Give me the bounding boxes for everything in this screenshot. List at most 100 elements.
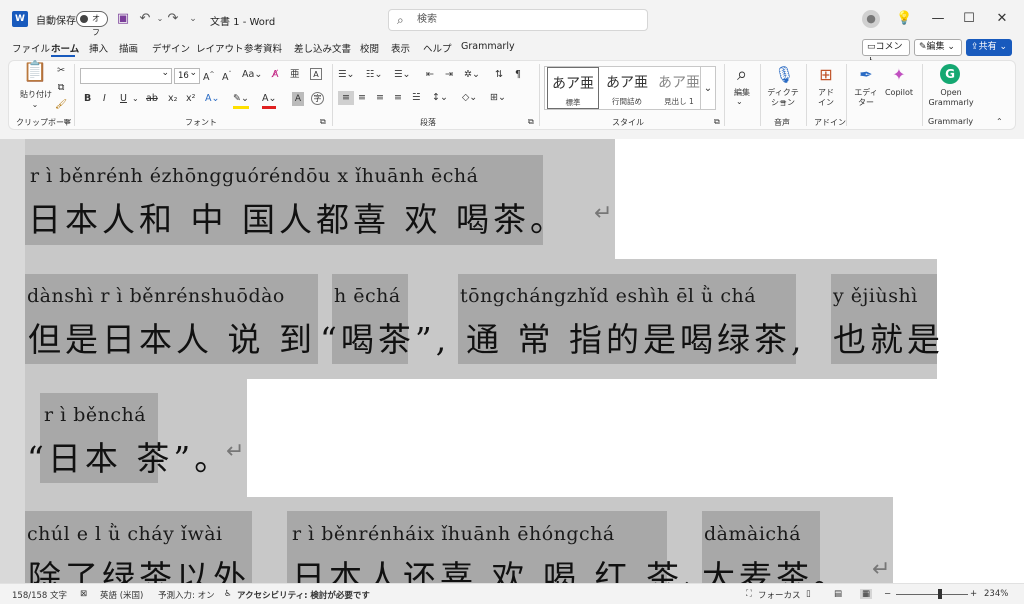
addins-icon[interactable]: ⊞	[816, 64, 836, 86]
pinyin-line[interactable]: tōngchángzhǐd eshìh ēl ǜ chá	[460, 285, 756, 307]
format-painter-icon[interactable]: 🖌	[54, 98, 68, 112]
character-border-icon[interactable]: A	[310, 68, 322, 80]
pinyin-line[interactable]: r ì běnrénh ézhōngguóréndōu x ǐhuānh ēch…	[30, 165, 478, 187]
find-icon[interactable]: ⌕	[730, 64, 754, 86]
align-center-icon[interactable]: ≡	[358, 91, 366, 105]
borders-icon[interactable]: ⊞⌄	[490, 91, 506, 105]
paragraph-dialog-launcher-icon[interactable]: ⧉	[528, 117, 534, 127]
redo-icon[interactable]: ↷	[165, 11, 181, 27]
account-avatar[interactable]: ●	[862, 10, 880, 28]
maximize-button[interactable]: ☐	[955, 8, 983, 30]
customize-qat-icon[interactable]: ⌄	[185, 11, 201, 27]
show-marks-icon[interactable]: ¶	[515, 68, 521, 82]
subscript-icon[interactable]: x₂	[168, 92, 177, 106]
dictate-label-2[interactable]: ション	[764, 98, 802, 108]
underline-dropdown-icon[interactable]: ⌄	[132, 94, 139, 104]
style-heading-1[interactable]: あア亜 見出し 1	[653, 67, 705, 109]
enclose-characters-icon[interactable]: 字	[311, 92, 324, 105]
language-indicator[interactable]: 英語 (米国)	[100, 589, 143, 601]
search-input[interactable]: ⌕ 検索	[388, 9, 648, 31]
paste-icon[interactable]: 📋	[22, 61, 48, 86]
tab-file[interactable]: ファイル	[12, 41, 50, 55]
tab-references[interactable]: 参考資料	[244, 41, 282, 55]
dialog-launcher-icon[interactable]: ⧉	[64, 117, 70, 127]
undo-icon[interactable]: ↶	[137, 11, 153, 27]
sort-icon[interactable]: ⇅	[495, 68, 503, 82]
pinyin-line[interactable]: dàmàichá	[704, 523, 801, 545]
shading-icon[interactable]: ◇⌄	[462, 91, 477, 105]
addins-label[interactable]: アド	[812, 88, 840, 98]
grammarly-open-label-2[interactable]: Grammarly	[926, 98, 976, 108]
grammarly-open-label[interactable]: Open	[926, 88, 976, 98]
hanzi-line[interactable]: 日本人还喜 欢 喝 红 茶、	[292, 551, 720, 583]
editing-mode-button[interactable]: ✎編集 ⌄	[914, 39, 962, 56]
microphone-icon[interactable]: 🎙	[774, 64, 794, 86]
hanzi-line[interactable]: 日本人和 中 国人都喜 欢 喝茶。	[28, 193, 567, 241]
zoom-out-button[interactable]: −	[884, 589, 891, 599]
superscript-icon[interactable]: x²	[186, 92, 195, 106]
share-button[interactable]: ⇪共有 ⌄	[966, 39, 1012, 56]
tab-layout[interactable]: レイアウト	[196, 41, 244, 55]
styles-dialog-launcher-icon[interactable]: ⧉	[714, 117, 720, 127]
underline-icon[interactable]: U	[120, 92, 127, 106]
asian-layout-icon[interactable]: ✲⌄	[464, 68, 480, 82]
align-left-icon[interactable]: ≡	[338, 91, 354, 105]
font-dialog-launcher-icon[interactable]: ⧉	[320, 117, 326, 127]
multilevel-list-icon[interactable]: ☰⌄	[394, 68, 410, 82]
line-spacing-icon[interactable]: ↕⌄	[432, 91, 448, 105]
hanzi-line[interactable]: “喝茶”,	[320, 313, 450, 361]
copilot-icon[interactable]: ✦	[889, 64, 909, 86]
font-name-combo[interactable]	[80, 66, 172, 84]
tab-design[interactable]: デザイン	[152, 41, 190, 55]
minimize-button[interactable]: —	[924, 8, 952, 30]
focus-icon[interactable]: ⛶	[746, 589, 752, 599]
focus-mode-button[interactable]: フォーカス	[758, 589, 801, 601]
word-count[interactable]: 158/158 文字	[12, 589, 67, 601]
clear-formatting-icon[interactable]: A̸	[272, 68, 279, 82]
numbering-icon[interactable]: ☷⌄	[366, 68, 382, 82]
accessibility-status[interactable]: アクセシビリティ: 検討が必要です	[237, 589, 370, 601]
hanzi-line[interactable]: 除了绿茶以外,	[28, 551, 265, 583]
close-button[interactable]: ✕	[988, 8, 1016, 30]
save-icon[interactable]: ▣	[115, 11, 131, 27]
web-layout-icon[interactable]: ▦	[860, 589, 873, 599]
pinyin-line[interactable]: r ì běnrénháix ǐhuānh ēhóngchá	[292, 523, 615, 545]
style-normal[interactable]: あア亜 標準	[547, 67, 599, 109]
tab-review[interactable]: 校閲	[360, 41, 379, 55]
tab-help[interactable]: ヘルプ	[423, 41, 452, 55]
change-case-button[interactable]: Aa⌄	[242, 68, 262, 82]
distributed-icon[interactable]: ☱	[412, 91, 421, 105]
chevron-down-icon[interactable]: ⌄	[736, 97, 743, 107]
pinyin-line[interactable]: h ēchá	[334, 285, 401, 307]
phonetic-guide-icon[interactable]: 亜	[290, 68, 300, 82]
character-shading-icon[interactable]: A	[292, 92, 304, 106]
tab-grammarly[interactable]: Grammarly	[461, 41, 515, 52]
italic-icon[interactable]: I	[103, 92, 106, 106]
font-size-combo[interactable]: 16	[174, 66, 200, 84]
text-prediction-status[interactable]: 予測入力: オン	[158, 589, 215, 601]
pinyin-line[interactable]: dànshì r ì běnrénshuōdào	[27, 285, 285, 307]
accessibility-icon[interactable]: ♿	[224, 589, 232, 599]
tab-draw[interactable]: 描画	[119, 41, 138, 55]
tab-view[interactable]: 表示	[391, 41, 410, 55]
addins-label-2[interactable]: イン	[812, 98, 840, 108]
print-layout-icon[interactable]: ▤	[834, 589, 842, 599]
zoom-slider[interactable]	[896, 594, 968, 595]
shrink-font-icon[interactable]: Aˇ	[222, 68, 232, 85]
bold-icon[interactable]: B	[84, 92, 91, 106]
paste-button[interactable]: 貼り付け	[16, 90, 56, 100]
text-effects-icon[interactable]: A⌄	[205, 92, 219, 106]
editor-icon[interactable]: ✒	[856, 64, 876, 86]
copy-icon[interactable]: ⧉	[54, 81, 68, 95]
copilot-button[interactable]: Copilot	[882, 88, 916, 98]
hanzi-line[interactable]: 也就是	[833, 313, 944, 361]
pinyin-line[interactable]: r ì běnchá	[44, 404, 146, 426]
grammarly-icon[interactable]: G	[940, 64, 960, 84]
tab-home[interactable]: ホーム	[51, 41, 79, 55]
justify-icon[interactable]: ≡	[394, 91, 402, 105]
align-right-icon[interactable]: ≡	[376, 91, 384, 105]
strikethrough-icon[interactable]: ab	[146, 92, 158, 106]
comment-button[interactable]: ▭コメント	[862, 39, 910, 67]
document-area[interactable]: r ì běnrénh ézhōngguóréndōu x ǐhuānh ēch…	[0, 139, 1024, 583]
tab-mailings[interactable]: 差し込み文書	[294, 41, 351, 55]
